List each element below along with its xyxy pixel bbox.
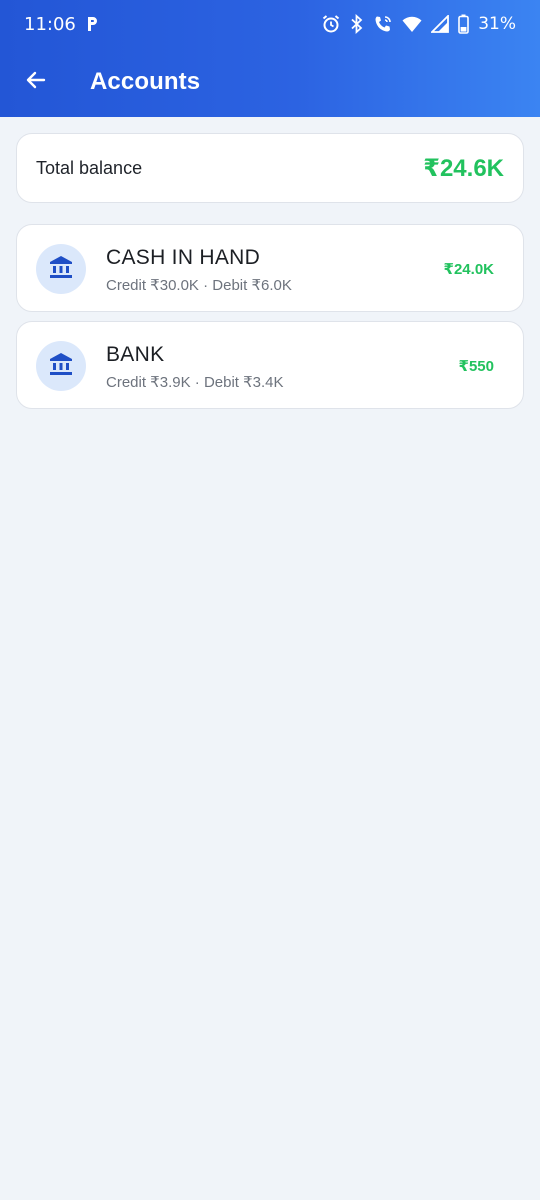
account-credit-debit: Credit ₹3.9K · Debit ₹3.4K xyxy=(106,373,284,391)
total-balance-label: Total balance xyxy=(36,157,143,178)
bank-icon xyxy=(48,254,74,285)
account-separator: · xyxy=(194,374,200,391)
account-credit: Credit ₹3.9K xyxy=(106,374,191,391)
battery-percent: 31% xyxy=(478,14,516,34)
battery-icon xyxy=(458,14,470,34)
account-name: CASH IN HAND xyxy=(106,246,261,269)
parking-icon xyxy=(86,16,98,32)
header: 11:06 31% Accounts xyxy=(0,0,540,117)
wifi-icon xyxy=(402,15,422,33)
app-bar: Accounts xyxy=(0,48,540,117)
alarm-icon xyxy=(321,14,341,34)
back-button[interactable] xyxy=(14,60,58,104)
total-balance-value: ₹24.6K xyxy=(423,154,504,182)
status-right: 31% xyxy=(321,14,516,34)
total-balance-card: Total balance ₹24.6K xyxy=(16,133,524,203)
page-title: Accounts xyxy=(90,68,201,95)
account-avatar xyxy=(36,341,86,391)
account-name: BANK xyxy=(106,343,165,366)
signal-icon xyxy=(431,15,450,33)
account-credit: Credit ₹30.0K xyxy=(106,277,199,294)
account-credit-debit: Credit ₹30.0K · Debit ₹6.0K xyxy=(106,276,292,294)
account-card-cash-in-hand[interactable]: CASH IN HAND Credit ₹30.0K · Debit ₹6.0K… xyxy=(16,224,524,312)
status-left: 11:06 xyxy=(24,14,98,35)
account-debit: Debit ₹3.4K xyxy=(203,374,284,391)
wifi-call-icon xyxy=(373,14,393,34)
bank-icon xyxy=(48,351,74,382)
account-card-bank[interactable]: BANK Credit ₹3.9K · Debit ₹3.4K ₹550 xyxy=(16,321,524,409)
arrow-left-icon xyxy=(24,68,48,97)
account-balance: ₹24.0K xyxy=(443,261,494,278)
account-debit: Debit ₹6.0K xyxy=(212,277,292,294)
account-separator: · xyxy=(203,277,209,294)
bluetooth-icon xyxy=(350,14,364,34)
status-time: 11:06 xyxy=(24,13,76,35)
account-avatar xyxy=(36,244,86,294)
account-balance: ₹550 xyxy=(458,358,494,375)
status-bar: 11:06 31% xyxy=(0,0,540,48)
